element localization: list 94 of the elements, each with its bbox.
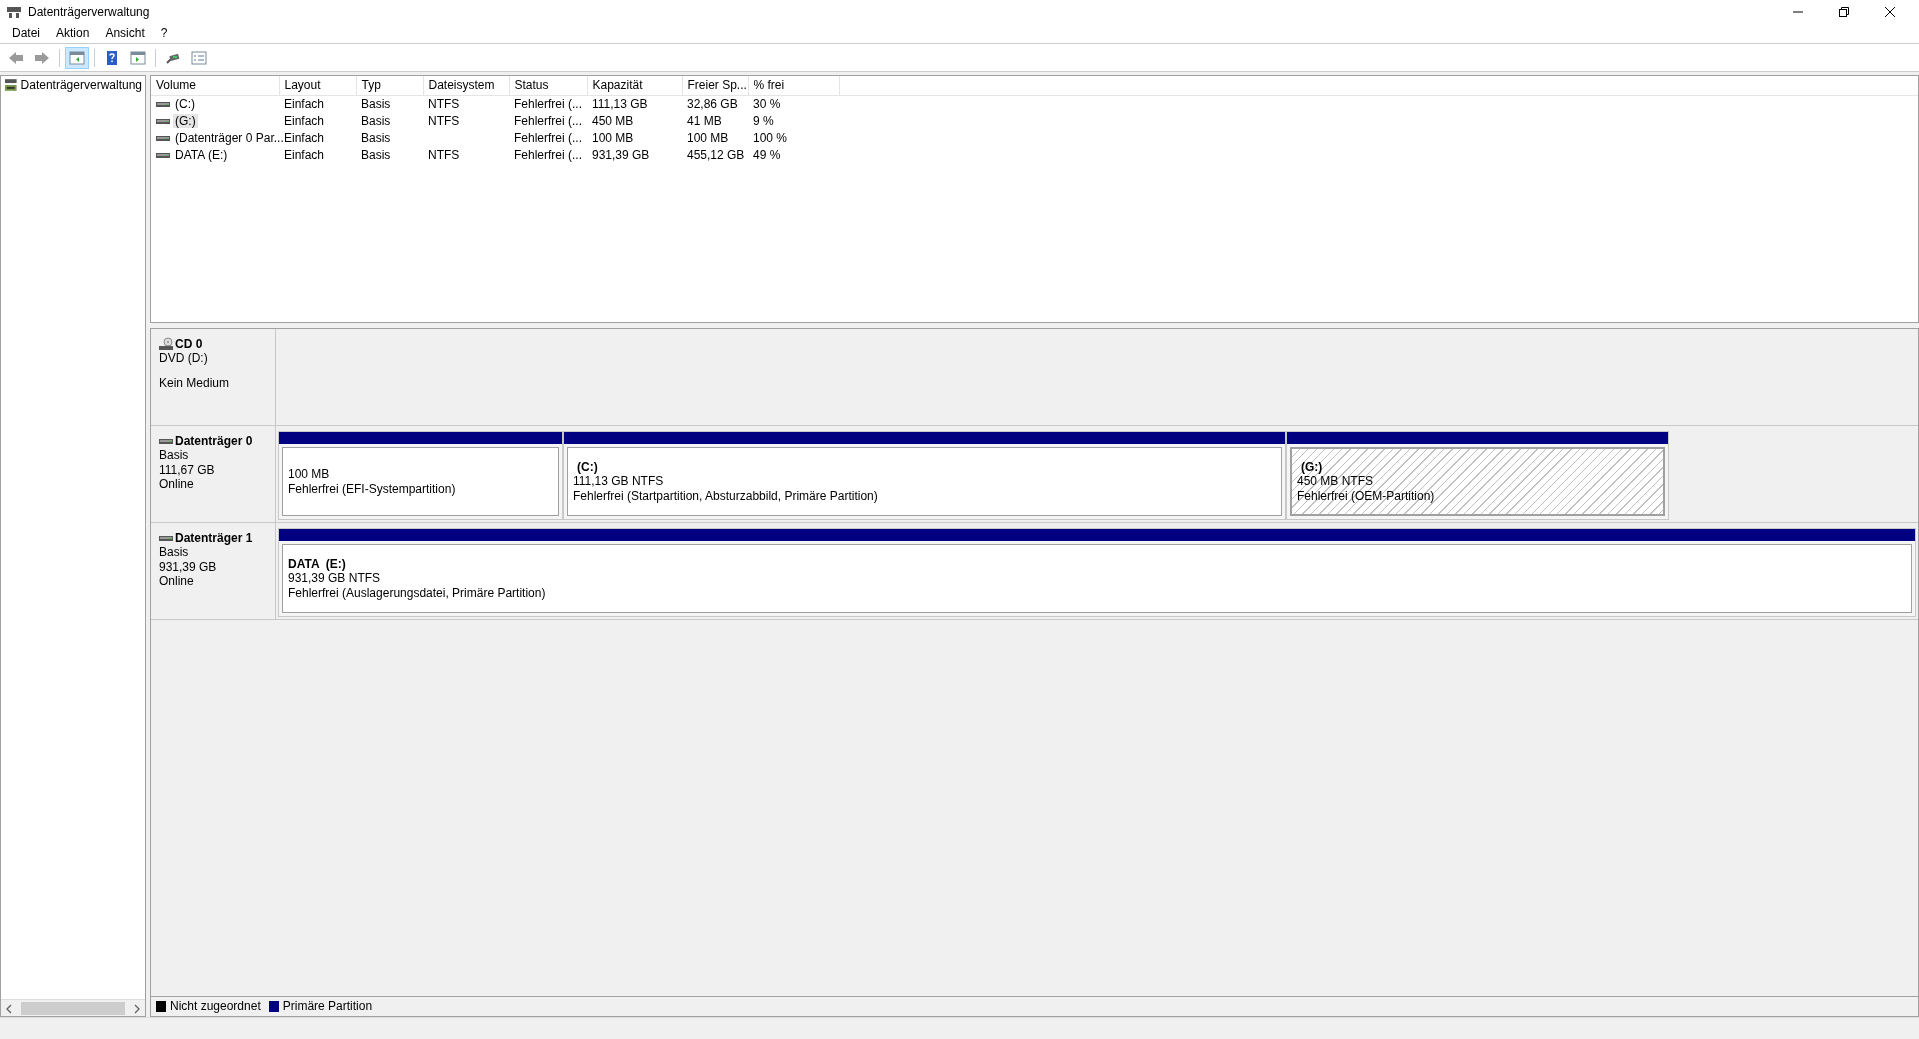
table-cell: Einfach (284, 113, 325, 128)
chevron-right-icon (132, 1003, 142, 1014)
table-cell: 100 MB (687, 130, 729, 145)
drive-icon (156, 99, 170, 109)
table-cell: Einfach (284, 130, 325, 145)
table-cell: 100 % (753, 130, 788, 145)
tree-item[interactable]: Datenträgerverwaltung (1, 76, 145, 95)
disk-size: 931,39 GB (159, 559, 218, 575)
table-cell: 41 MB (687, 113, 722, 128)
table-cell: Fehlerfrei (... (514, 130, 582, 145)
table-cell: 111,13 GB (592, 96, 648, 111)
drive-icon (156, 150, 170, 160)
disk-name: Datenträger 1 (175, 531, 253, 546)
partition-block[interactable]: DATA (E:) 931,39 GB NTFS Fehlerfrei (Auslagerungsdatei, Primäre Partition) (278, 528, 1916, 617)
drive-icon (156, 133, 170, 143)
table-cell: 455,12 GB (687, 147, 745, 162)
disk-size: 111,67 GB (159, 462, 216, 478)
legend-label: Nicht zugeordnet (170, 999, 261, 1014)
drive-entry[interactable]: (G:) (173, 113, 198, 129)
disk-type: Basis (159, 545, 190, 560)
partition-status: Fehlerfrei (OEM-Partition) (1297, 488, 1436, 504)
help-icon (104, 49, 120, 66)
partition-status: Fehlerfrei (EFI-Systempartition) (288, 481, 457, 496)
table-cell: Einfach (284, 96, 325, 111)
scrollbar-thumb[interactable] (21, 1001, 125, 1015)
app-icon (6, 5, 22, 19)
partition-title: DATA (E:) (288, 556, 347, 572)
table-cell: Fehlerfrei (... (514, 96, 582, 111)
table-cell: Basis (361, 147, 391, 162)
column-header[interactable]: Status (509, 76, 587, 95)
disk-name: Datenträger 0 (175, 434, 253, 449)
window-pane-icon (130, 49, 146, 66)
table-cell: Fehlerfrei (... (514, 113, 582, 128)
drive-entry[interactable]: DATA (E:) (173, 147, 230, 163)
disk-name: CD 0 (175, 337, 203, 352)
table-cell: Fehlerfrei (... (514, 147, 582, 162)
partition-size: 111,13 GB NTFS (573, 474, 665, 489)
forward-arrow-icon (34, 49, 50, 66)
menu-item[interactable]: Ansicht (97, 26, 153, 41)
table-cell: NTFS (428, 147, 460, 162)
partition-status: Fehlerfrei (Auslagerungsdatei, Primäre Partition) (288, 585, 547, 601)
column-header[interactable]: Kapazität (587, 76, 682, 95)
column-header[interactable]: Layout (279, 76, 356, 95)
drive-icon (159, 436, 173, 447)
disk-management-icon (4, 78, 18, 93)
table-cell: 49 % (753, 147, 781, 162)
column-header[interactable]: % frei (748, 76, 839, 95)
close-icon (1885, 7, 1895, 17)
menu-item[interactable]: Aktion (48, 26, 98, 41)
menu-item[interactable]: Datei (4, 26, 48, 41)
table-cell: 931,39 GB (592, 147, 650, 162)
restore-icon (1839, 7, 1849, 17)
column-header[interactable]: Dateisystem (423, 76, 509, 95)
partition-block[interactable]: 100 MB Fehlerfrei (EFI-Systempartition) (278, 431, 563, 520)
cd-drive-icon (159, 337, 173, 352)
disk-type: DVD (D:) (159, 351, 209, 366)
column-header[interactable]: Volume (151, 76, 279, 95)
partition-block[interactable]: (C:) 111,13 GB NTFS Fehlerfrei (Startpartition, Absturzabbild, Primäre Partition) (563, 431, 1286, 520)
window-title: Datenträgerverwaltung (28, 4, 150, 20)
partition-size: 100 MB (288, 467, 331, 482)
table-cell: Basis (361, 113, 391, 128)
column-header[interactable]: Freier Sp... (682, 76, 748, 95)
partition-size: 931,39 GB NTFS (288, 571, 382, 586)
partition-title: (C:) (576, 459, 599, 475)
drive-entry[interactable]: (C:) (173, 96, 197, 112)
chevron-left-icon (4, 1003, 14, 1014)
toolbar-button[interactable] (65, 46, 89, 69)
drive-icon (159, 533, 173, 544)
partition-size: 450 MB NTFS (1297, 474, 1375, 489)
window-pane-icon (69, 49, 85, 66)
column-header[interactable]: Typ (356, 76, 423, 95)
drive-entry[interactable]: (Datenträger 0 Par... (173, 130, 286, 146)
drive-icon (156, 116, 170, 126)
table-cell: NTFS (428, 113, 460, 128)
back-arrow-icon (8, 49, 24, 66)
disk-status: Online (159, 574, 195, 589)
disk-status: Kein Medium (159, 375, 231, 391)
disk-status: Online (159, 477, 195, 492)
partition-status: Fehlerfrei (Startpartition, Absturzabbild, Primäre Partition) (573, 488, 879, 504)
table-cell: NTFS (428, 96, 460, 111)
table-cell: 9 % (753, 113, 774, 128)
table-cell: 100 MB (592, 130, 634, 145)
table-cell: Basis (361, 130, 391, 145)
partition-block[interactable]: (G:) 450 MB NTFS Fehlerfrei (OEM-Partition) (1286, 431, 1669, 520)
legend-label: Primäre Partition (282, 999, 373, 1014)
table-cell: 30 % (753, 96, 781, 111)
table-cell: Einfach (284, 147, 325, 162)
table-cell: 450 MB (592, 113, 634, 128)
table-cell: Basis (361, 96, 391, 111)
partition-title: (G:) (1300, 459, 1324, 475)
disk-type: Basis (159, 448, 190, 463)
list-icon (191, 49, 207, 66)
table-cell: 32,86 GB (687, 96, 738, 111)
menu-item[interactable]: ? (152, 26, 176, 41)
